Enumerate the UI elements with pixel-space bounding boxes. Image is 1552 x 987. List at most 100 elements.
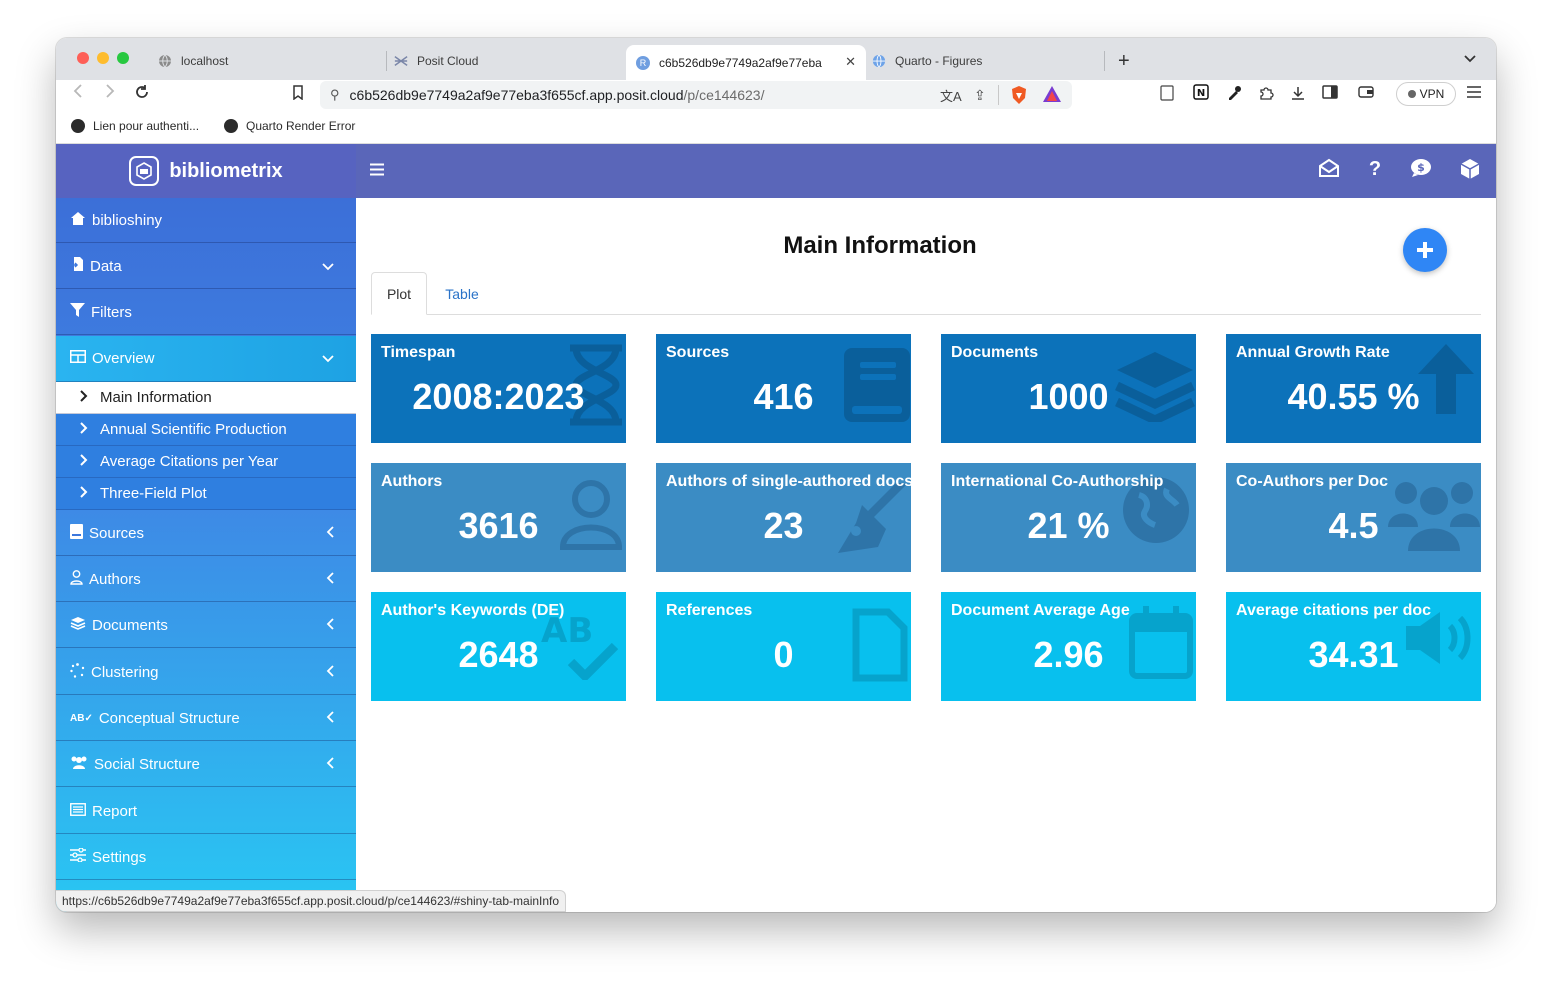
info-box-single-authored: Authors of single-authored docs 23: [656, 463, 911, 572]
sidebar-item-authors[interactable]: Authors: [56, 557, 356, 602]
file-import-icon: [70, 256, 84, 276]
sidebar-item-overview[interactable]: Overview: [56, 336, 356, 382]
sidebar-toggle-icon[interactable]: [1322, 85, 1338, 102]
info-box-label: Sources: [666, 344, 730, 361]
add-to-report-button[interactable]: [1403, 228, 1447, 272]
sidebar-item-biblioshiny[interactable]: biblioshiny: [56, 198, 356, 243]
vpn-button[interactable]: VPN: [1396, 82, 1456, 106]
bookmark-icon[interactable]: [292, 85, 304, 103]
sidebar-item-report[interactable]: Report: [56, 789, 356, 834]
brave-rewards-icon[interactable]: [1042, 85, 1062, 106]
cube-icon[interactable]: [1457, 158, 1483, 186]
download-icon[interactable]: [1290, 85, 1306, 104]
plus-icon: [1417, 242, 1433, 258]
sidebar-item-filters[interactable]: Filters: [56, 290, 356, 335]
bookmark-item[interactable]: Lien pour authenti...: [71, 119, 199, 133]
address-bar[interactable]: ⚲ c6b526db9e7749a2af9e77eba3f655cf.app.p…: [320, 81, 1072, 109]
browser-tab-posit-cloud[interactable]: Posit Cloud: [394, 45, 614, 77]
sidebar-item-settings[interactable]: Settings: [56, 835, 356, 880]
bookmark-label: Lien pour authenti...: [93, 119, 200, 133]
bibliometrix-logo-icon: [129, 156, 160, 186]
spell-check-icon: AB✓: [70, 712, 93, 724]
sidebar-subitem-annual-production[interactable]: Annual Scientific Production: [56, 414, 356, 446]
layers-icon: [70, 616, 86, 635]
info-box-authors-keywords: AB Author's Keywords (DE) 2648: [371, 592, 626, 701]
sidebar-item-sources[interactable]: Sources: [56, 511, 356, 556]
sidebar: biblioshiny Data Filters Overview Main I…: [56, 198, 356, 912]
info-box-value: 3616: [458, 505, 539, 546]
site-settings-icon[interactable]: ⚲: [330, 87, 340, 103]
wallet-icon[interactable]: [1358, 85, 1374, 102]
bookmark-item[interactable]: Quarto Render Error: [224, 119, 355, 133]
tab-title: Quarto - Figures: [895, 54, 983, 68]
info-box-value: 2648: [458, 634, 539, 675]
brand-name: bibliometrix: [169, 159, 283, 182]
menu-icon[interactable]: [1466, 85, 1482, 102]
tab-plot[interactable]: Plot: [371, 272, 427, 315]
chevron-right-icon: [80, 422, 88, 437]
info-box-label: References: [666, 602, 753, 619]
vpn-status-icon: [1407, 90, 1416, 98]
sidebar-subitem-three-field-plot[interactable]: Three-Field Plot: [56, 478, 356, 510]
forward-icon[interactable]: [104, 84, 116, 103]
notion-icon[interactable]: N: [1193, 84, 1209, 103]
sidebar-item-conceptual-structure[interactable]: AB✓ Conceptual Structure: [56, 696, 356, 741]
chevron-left-icon: [326, 710, 334, 726]
brand-logo[interactable]: bibliometrix: [56, 144, 356, 198]
browser-tab-localhost[interactable]: localhost: [156, 45, 376, 77]
extensions-icon[interactable]: [1258, 85, 1274, 104]
close-tab-icon[interactable]: ✕: [845, 54, 856, 70]
info-box-label: International Co-Authorship: [951, 473, 1164, 490]
tab-divider: [1104, 51, 1105, 71]
share-icon[interactable]: ⇪: [974, 87, 986, 104]
sidebar-item-social-structure[interactable]: Social Structure: [56, 742, 356, 787]
sidebar-subitem-average-citations[interactable]: Average Citations per Year: [56, 446, 356, 478]
home-icon: [70, 211, 86, 230]
question-icon[interactable]: ?: [1362, 158, 1388, 181]
sidebar-subitem-main-information[interactable]: Main Information: [56, 382, 356, 414]
sidebar-item-data[interactable]: Data: [56, 244, 356, 289]
envelope-open-icon[interactable]: [1316, 158, 1342, 184]
info-box-value: 40.55 %: [1287, 376, 1420, 417]
tab-list-chevron-icon[interactable]: [1464, 52, 1476, 66]
sidebar-subitem-label: Annual Scientific Production: [100, 421, 287, 438]
browser-window: localhost Posit Cloud R c6b526db9e7749a2…: [56, 38, 1496, 912]
zoom-window-button[interactable]: [117, 52, 129, 64]
content-tabs: Plot Table: [371, 272, 1481, 315]
back-icon[interactable]: [72, 84, 84, 103]
comment-dollar-icon[interactable]: $: [1408, 158, 1434, 184]
sidebar-item-label: Documents: [92, 616, 168, 634]
minimize-window-button[interactable]: [97, 52, 109, 64]
close-window-button[interactable]: [77, 52, 89, 64]
users-icon: [70, 755, 88, 773]
reader-mode-icon[interactable]: [1160, 85, 1174, 104]
book-icon: [70, 523, 83, 543]
sidebar-item-label: Settings: [92, 848, 147, 866]
tab-table[interactable]: Table: [431, 272, 493, 315]
info-box-label: Author's Keywords (DE): [381, 602, 565, 619]
sidebar-item-clustering[interactable]: Clustering: [56, 650, 356, 695]
posit-icon: [394, 54, 408, 68]
info-box-value: 416: [753, 376, 814, 417]
sidebar-item-label: Sources: [89, 524, 145, 542]
sidebar-item-documents[interactable]: Documents: [56, 603, 356, 648]
bibliometrix-app: bibliometrix ? $ biblioshiny Data Filter…: [56, 144, 1496, 912]
bookmark-label: Quarto Render Error: [246, 119, 356, 133]
chevron-down-icon: [322, 351, 334, 366]
sidebar-toggle-button[interactable]: [370, 159, 384, 182]
browser-tab-quarto[interactable]: Quarto - Figures: [872, 45, 1102, 77]
info-box-value: 2.96: [1033, 634, 1104, 675]
brave-shield-icon[interactable]: [1010, 85, 1028, 108]
info-box-documents: Documents 1000: [941, 334, 1196, 443]
translate-icon[interactable]: 文A: [940, 86, 962, 105]
browser-tab-active-app[interactable]: R c6b526db9e7749a2af9e77eba ✕: [626, 45, 866, 80]
sidebar-item-label: Data: [90, 257, 122, 275]
new-tab-button[interactable]: +: [1118, 50, 1130, 73]
info-box-value: 0: [773, 634, 794, 675]
tab-strip: localhost Posit Cloud R c6b526db9e7749a2…: [56, 38, 1496, 80]
reload-icon[interactable]: [134, 84, 150, 105]
globe-icon: [158, 54, 172, 68]
svg-text:N: N: [1197, 88, 1205, 99]
info-box-value: 2008:2023: [412, 376, 585, 417]
eyedropper-icon[interactable]: [1226, 85, 1242, 104]
